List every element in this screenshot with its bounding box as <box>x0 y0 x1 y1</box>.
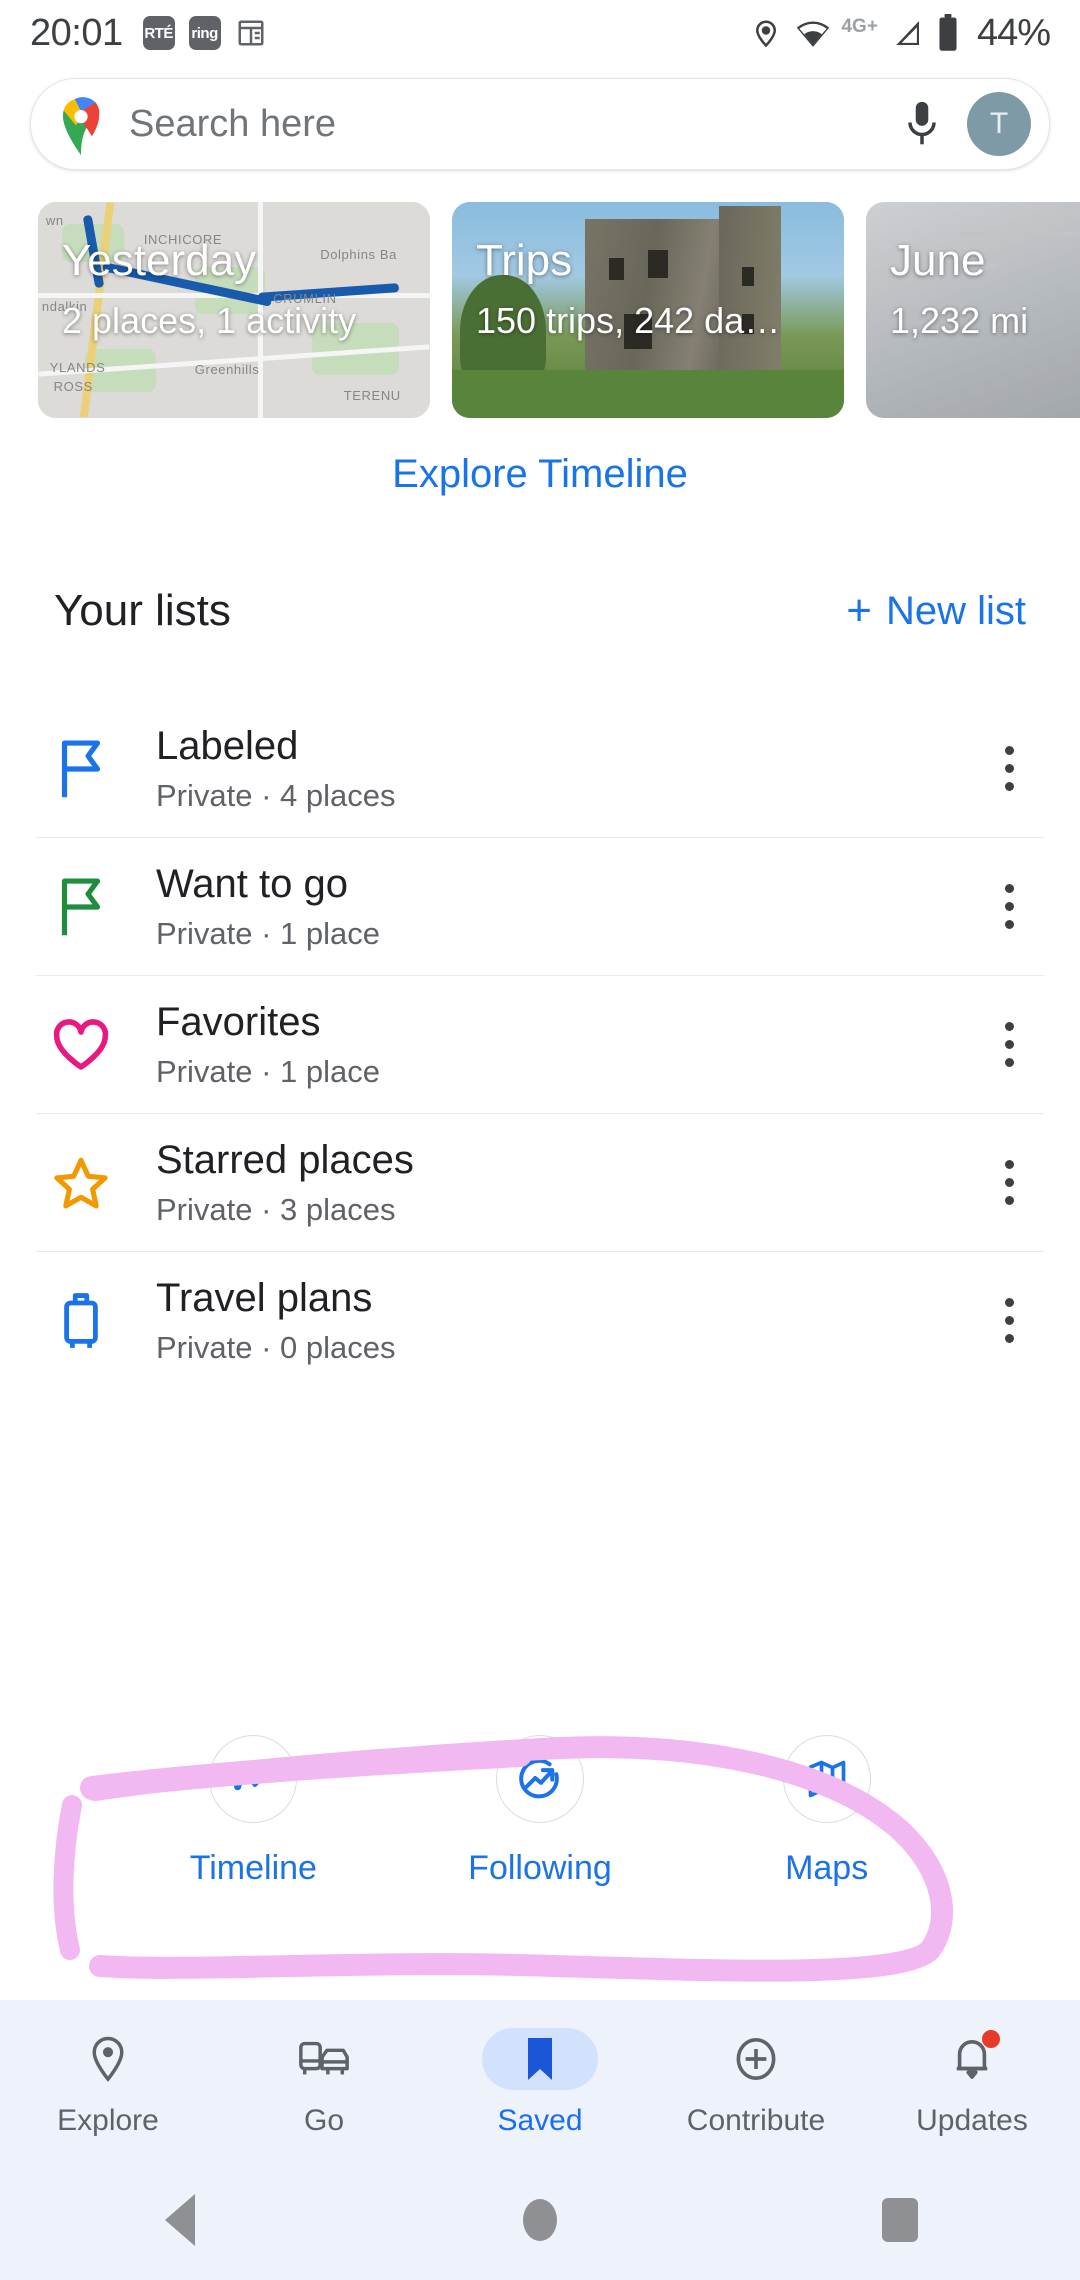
battery-icon <box>936 14 960 52</box>
quick-action-timeline[interactable]: Timeline <box>148 1735 358 1888</box>
list-item-meta: Private · 0 places <box>156 1330 396 1366</box>
network-type-label: 4G+ <box>841 16 878 37</box>
quick-action-label: Timeline <box>189 1849 317 1887</box>
nav-tab-contribute[interactable]: Contribute <box>648 2028 864 2138</box>
quick-action-maps[interactable]: Maps <box>722 1735 932 1888</box>
avatar[interactable]: T <box>967 92 1031 156</box>
updates-badge-dot <box>982 2030 1000 2048</box>
list-item-name: Favorites <box>156 999 321 1044</box>
flag-outline-icon <box>36 736 126 802</box>
card-subtitle: 150 trips, 242 da… <box>476 300 781 341</box>
new-list-button[interactable]: + New list <box>846 589 1026 634</box>
ring-notification-icon: ring <box>188 16 221 50</box>
android-system-navigation <box>0 2160 1080 2280</box>
nav-tab-go[interactable]: Go <box>216 2028 432 2138</box>
timeline-card[interactable]: Trips 150 trips, 242 da… <box>452 202 844 418</box>
explore-timeline-link[interactable]: Explore Timeline <box>0 452 1080 497</box>
google-maps-logo-icon <box>57 92 105 156</box>
nav-tab-label: Go <box>303 2104 345 2137</box>
list-item-name: Labeled <box>156 723 299 768</box>
search-input[interactable]: Search here <box>129 103 893 146</box>
bell-icon <box>914 2028 1030 2090</box>
rte-notification-icon: RTÉ <box>142 16 175 50</box>
commute-icon <box>266 2028 382 2090</box>
nav-tab-label: Contribute <box>686 2104 826 2137</box>
wifi-icon <box>794 16 832 50</box>
flag-icon <box>36 874 126 940</box>
list-item-meta: Private · 1 place <box>156 1054 380 1090</box>
microphone-icon[interactable] <box>893 95 951 153</box>
nav-tab-label: Explore <box>57 2104 159 2137</box>
list-item-text: Starred places Private · 3 places <box>156 1137 974 1228</box>
saved-lists: Labeled Private · 4 places Want to go Pr… <box>0 700 1080 1389</box>
home-button[interactable] <box>480 2199 600 2241</box>
card-title: Yesterday <box>62 236 257 285</box>
list-item[interactable]: Favorites Private · 1 place <box>0 976 1080 1113</box>
list-item-meta: Private · 3 places <box>156 1192 396 1228</box>
quick-action-label: Following <box>468 1849 612 1887</box>
list-item-meta: Private · 4 places <box>156 778 396 814</box>
recents-button[interactable] <box>840 2198 960 2242</box>
list-item-name: Travel plans <box>156 1275 373 1320</box>
list-item-text: Travel plans Private · 0 places <box>156 1275 974 1366</box>
star-icon <box>36 1154 126 1212</box>
suitcase-icon <box>36 1289 126 1353</box>
nav-tab-explore[interactable]: Explore <box>0 2028 216 2138</box>
back-button[interactable] <box>120 2194 240 2246</box>
plus-circle-icon <box>698 2028 814 2090</box>
page-title: Your lists <box>54 586 231 635</box>
list-item[interactable]: Labeled Private · 4 places <box>0 700 1080 837</box>
kebab-menu-icon[interactable] <box>974 1022 1044 1067</box>
status-bar-notification-icons: RTÉ ring <box>142 16 267 50</box>
timeline-card[interactable]: June 1,232 mi <box>866 202 1080 418</box>
kebab-menu-icon[interactable] <box>974 1160 1044 1205</box>
nav-tab-label: Saved <box>497 2104 583 2137</box>
card-subtitle: 1,232 mi <box>890 300 1029 341</box>
nav-tab-label: Updates <box>916 2104 1028 2137</box>
bookmark-icon <box>482 2028 598 2090</box>
status-bar: 20:01 RTÉ ring 4G+ 44% <box>0 0 1080 66</box>
timeline-cards-carousel[interactable]: wn INCHICORE Dolphins Ba ndalkin YLANDS … <box>0 202 1080 418</box>
search-bar[interactable]: Search here T <box>30 78 1050 170</box>
quick-action-following[interactable]: Following <box>435 1735 645 1888</box>
list-item-meta: Private · 1 place <box>156 916 380 952</box>
timeline-card[interactable]: wn INCHICORE Dolphins Ba ndalkin YLANDS … <box>38 202 430 418</box>
list-item-text: Favorites Private · 1 place <box>156 999 974 1090</box>
trending-circle-icon <box>495 1735 584 1823</box>
calendar-notification-icon <box>235 16 267 50</box>
list-item-name: Want to go <box>156 861 348 906</box>
list-item[interactable]: Want to go Private · 1 place <box>0 838 1080 975</box>
card-title: Trips <box>476 236 573 285</box>
kebab-menu-icon[interactable] <box>974 884 1044 929</box>
list-item[interactable]: Travel plans Private · 0 places <box>0 1252 1080 1389</box>
your-lists-header: Your lists + New list <box>54 586 1026 636</box>
heart-icon <box>36 1016 126 1074</box>
list-item-text: Labeled Private · 4 places <box>156 723 974 814</box>
list-item-name: Starred places <box>156 1137 414 1182</box>
kebab-menu-icon[interactable] <box>974 1298 1044 1343</box>
status-bar-system-icons: 4G+ 44% <box>751 11 1051 55</box>
cellular-signal-icon <box>891 16 923 50</box>
list-item-text: Want to go Private · 1 place <box>156 861 974 952</box>
location-pin-icon <box>50 2028 166 2090</box>
bottom-navigation-bar: Explore Go Saved Contribute Updates <box>0 2000 1080 2160</box>
list-item[interactable]: Starred places Private · 3 places <box>0 1114 1080 1251</box>
nav-tab-saved[interactable]: Saved <box>432 2028 648 2138</box>
card-title: June <box>890 236 986 285</box>
quick-action-label: Maps <box>785 1849 869 1887</box>
kebab-menu-icon[interactable] <box>974 746 1044 791</box>
nav-tab-updates[interactable]: Updates <box>864 2028 1080 2138</box>
location-pin-icon <box>751 15 781 51</box>
card-subtitle: 2 places, 1 activity <box>62 300 357 341</box>
new-list-label: New list <box>885 588 1026 633</box>
quick-actions-row: Timeline Following Maps <box>0 1735 1080 1888</box>
status-bar-clock: 20:01 <box>30 11 123 54</box>
google-maps-saved-screen: 20:01 RTÉ ring 4G+ 44% Search here T wn … <box>0 0 1080 2280</box>
line-chart-icon <box>209 1735 298 1823</box>
plus-icon: + <box>846 586 872 635</box>
battery-percent-label: 44% <box>976 11 1051 54</box>
folded-map-icon <box>782 1735 871 1823</box>
